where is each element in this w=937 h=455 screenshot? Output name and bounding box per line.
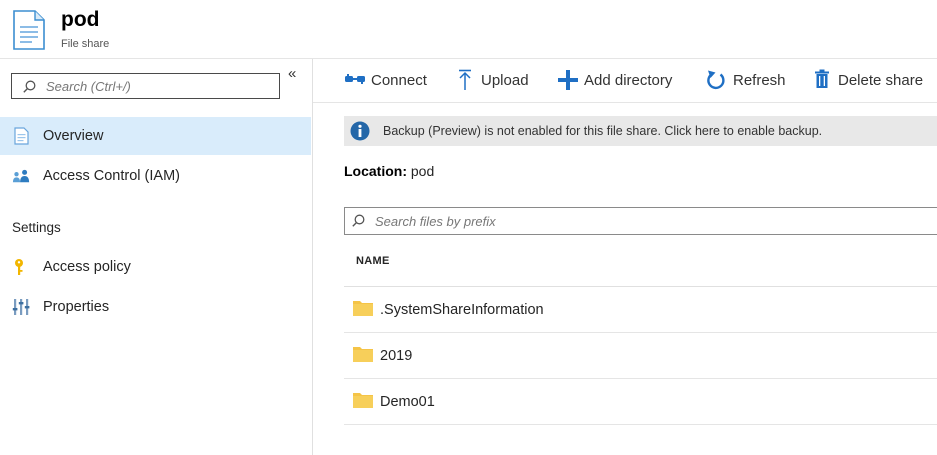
- file-name: .SystemShareInformation: [380, 302, 544, 318]
- add-directory-label: Add directory: [584, 72, 673, 89]
- overview-document-icon: [14, 127, 29, 145]
- connect-label: Connect: [371, 72, 427, 89]
- banner-message: Backup (Preview) is not enabled for this…: [383, 124, 823, 138]
- trash-icon: [815, 69, 829, 88]
- file-search-input[interactable]: [375, 212, 875, 230]
- refresh-label: Refresh: [733, 72, 786, 89]
- main-content: Connect Upload Add directory Refresh Del…: [313, 59, 937, 455]
- page-title: pod: [61, 8, 100, 31]
- table-row[interactable]: 2019: [344, 333, 937, 379]
- sidebar-search-input[interactable]: [46, 77, 271, 95]
- iam-people-icon: [12, 169, 30, 183]
- table-row[interactable]: Demo01: [344, 379, 937, 425]
- blade-header: pod File share: [0, 0, 937, 59]
- location-line: Location: pod: [344, 163, 434, 179]
- search-icon: [352, 214, 365, 227]
- connect-plug-icon: [345, 74, 365, 84]
- delete-share-button[interactable]: Delete share: [814, 68, 932, 92]
- sidebar-item-label: Access policy: [43, 259, 131, 275]
- upload-button[interactable]: Upload: [457, 68, 537, 92]
- folder-icon: [353, 347, 373, 362]
- location-label: Location:: [344, 163, 407, 179]
- file-name: 2019: [380, 348, 413, 364]
- folder-icon: [353, 301, 373, 316]
- key-icon: [15, 259, 23, 275]
- refresh-button[interactable]: Refresh: [706, 68, 792, 92]
- sidebar: « Overview Access Control (IAM) Settings…: [0, 59, 313, 455]
- delete-share-label: Delete share: [838, 72, 924, 89]
- sidebar-search[interactable]: [11, 73, 280, 99]
- table-header: NAME: [344, 238, 937, 287]
- command-bar: Connect Upload Add directory Refresh Del…: [313, 59, 937, 103]
- collapse-sidebar-button[interactable]: «: [288, 65, 296, 82]
- table-row[interactable]: .SystemShareInformation: [344, 287, 937, 333]
- properties-sliders-icon: [12, 299, 30, 315]
- sidebar-section-settings: Settings: [12, 220, 61, 235]
- sidebar-item-label: Access Control (IAM): [43, 168, 180, 184]
- sidebar-item-overview[interactable]: Overview: [0, 117, 311, 155]
- sidebar-item-label: Properties: [43, 299, 110, 315]
- sidebar-item-access-control[interactable]: Access Control (IAM): [0, 157, 311, 195]
- connect-button[interactable]: Connect: [344, 68, 434, 92]
- search-icon: [23, 80, 36, 93]
- sidebar-item-access-policy[interactable]: Access policy: [0, 248, 311, 286]
- page-subtitle: File share: [61, 38, 110, 50]
- upload-label: Upload: [481, 72, 529, 89]
- backup-info-banner[interactable]: Backup (Preview) is not enabled for this…: [344, 116, 937, 146]
- info-icon: [350, 121, 370, 141]
- add-directory-button[interactable]: Add directory: [557, 68, 685, 92]
- upload-arrow-icon: [459, 69, 471, 90]
- file-share-document-icon: [13, 10, 45, 50]
- plus-icon: [558, 70, 578, 90]
- sidebar-item-label: Overview: [43, 128, 104, 144]
- refresh-icon: [707, 70, 725, 90]
- sidebar-item-properties[interactable]: Properties: [0, 288, 311, 326]
- folder-icon: [353, 393, 373, 408]
- file-search[interactable]: [344, 207, 937, 235]
- location-value: pod: [410, 163, 435, 179]
- file-name: Demo01: [380, 394, 435, 410]
- column-header-name: NAME: [356, 255, 390, 267]
